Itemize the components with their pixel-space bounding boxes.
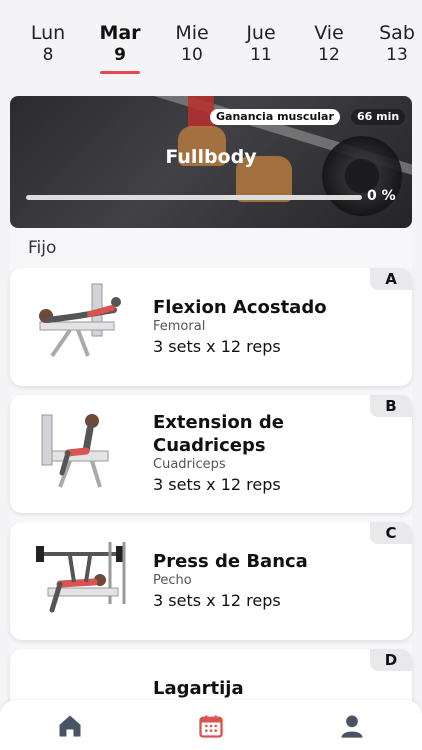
goal-badge: Ganancia muscular (210, 109, 340, 125)
calendar-icon[interactable] (197, 712, 225, 740)
home-icon[interactable] (56, 712, 84, 740)
exercise-muscle: Pecho (153, 573, 192, 588)
exercise-title: Lagartija (153, 678, 244, 699)
exercise-card[interactable]: C Press de Banca Pecho 3 sets x 12 reps (10, 522, 412, 640)
leg-curl-machine-icon (39, 283, 121, 358)
day-number: 13 (386, 45, 408, 65)
day-jue[interactable]: Jue 11 (230, 22, 292, 66)
bottom-navigation (0, 700, 422, 750)
day-mar[interactable]: Mar 9 (89, 22, 151, 74)
workout-title: Fullbody (165, 146, 257, 168)
exercise-muscle: Femoral (153, 319, 206, 334)
day-number: 10 (181, 45, 203, 65)
workout-progress-bar (26, 195, 362, 200)
user-icon[interactable] (338, 712, 366, 740)
exercise-sets: 3 sets x 12 reps (153, 475, 281, 494)
exercise-card[interactable]: B Extension de Cuadriceps Cuadriceps 3 s… (10, 395, 412, 513)
section-title: Fijo (28, 238, 57, 258)
exercise-list: Fijo A Flexion Acostado Femoral 3 sets x… (10, 228, 412, 750)
exercise-card[interactable]: A Flexion Acostado Femoral 3 sets x 12 r… (10, 268, 412, 386)
day-name: Vie (314, 22, 344, 44)
day-number: 12 (318, 45, 340, 65)
day-sab[interactable]: Sab 13 (366, 22, 422, 66)
day-selector: Lun 8 Mar 9 Mie 10 Jue 11 Vie 12 Sab 13 (0, 0, 422, 86)
day-name: Lun (30, 22, 66, 44)
day-name: Mar (99, 22, 141, 44)
exercise-title: Extension de Cuadriceps (153, 412, 284, 456)
progress-percent: 0 % (367, 188, 396, 204)
exercise-letter: A (370, 268, 412, 290)
duration-label: 66 min (351, 109, 406, 125)
day-number: 8 (42, 45, 54, 65)
leg-extension-machine-icon (41, 414, 109, 488)
day-vie[interactable]: Vie 12 (298, 22, 360, 66)
day-number: 9 (114, 45, 126, 65)
bench-press-icon (36, 542, 126, 613)
day-name: Sab (379, 22, 415, 44)
selected-day-indicator (100, 71, 140, 74)
exercise-title: Flexion Acostado (153, 297, 327, 318)
exercise-sets: 3 sets x 12 reps (153, 337, 281, 356)
exercise-muscle: Cuadriceps (153, 457, 226, 472)
exercise-sets: 3 sets x 12 reps (153, 591, 281, 610)
day-name: Mie (175, 22, 209, 44)
exercise-letter: D (370, 649, 412, 671)
exercise-letter: C (370, 522, 412, 544)
workout-hero-card[interactable]: Ganancia muscular 66 min Fullbody 0 % (10, 96, 412, 228)
day-lun[interactable]: Lun 8 (17, 22, 79, 66)
day-number: 11 (250, 45, 272, 65)
day-mie[interactable]: Mie 10 (161, 22, 223, 66)
exercise-title: Press de Banca (153, 551, 308, 572)
day-name: Jue (246, 22, 276, 44)
